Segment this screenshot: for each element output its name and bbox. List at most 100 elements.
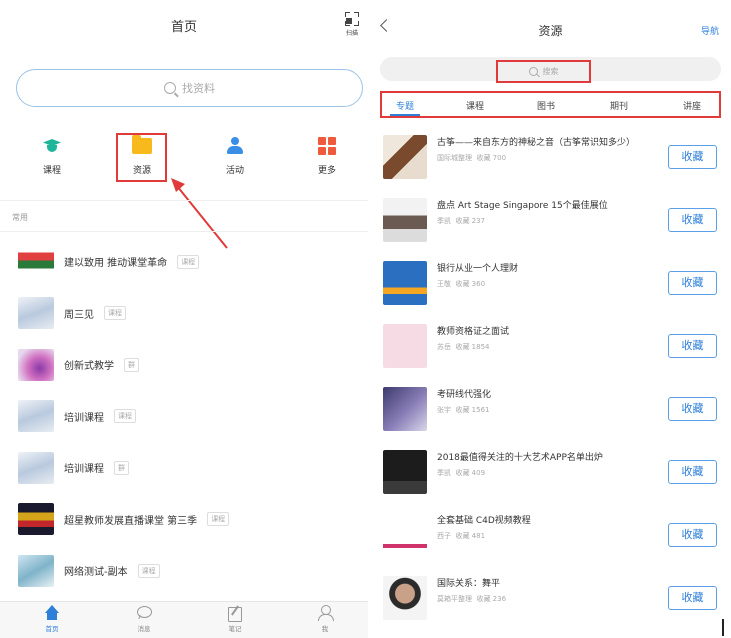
list-item-title: 超星教师发展直播课堂 第三季 bbox=[64, 515, 198, 527]
grid-item-course[interactable]: 课程 bbox=[22, 132, 82, 176]
note-icon bbox=[227, 605, 243, 622]
bottom-tab-bar: 首页 消息 笔记 我 bbox=[0, 601, 368, 638]
grid-item-label: 课程 bbox=[42, 166, 61, 176]
list-item[interactable]: 盘点 Art Stage Singapore 15个最佳展位 季凯 收藏 237… bbox=[370, 194, 731, 257]
favorite-button[interactable]: 收藏 bbox=[668, 460, 717, 484]
item-favorites: 收藏 237 bbox=[455, 217, 486, 225]
item-title: 2018最值得关注的十大艺术APP名单出炉 bbox=[437, 453, 603, 463]
list-item[interactable]: 2018最值得关注的十大艺术APP名单出炉 季凯 收藏 409 收藏 bbox=[370, 446, 731, 509]
list-item[interactable]: 周三见 课程 bbox=[0, 288, 368, 340]
item-favorites: 收藏 1854 bbox=[455, 343, 490, 351]
tab-home[interactable]: 首页 bbox=[32, 605, 72, 633]
page-title: 首页 bbox=[170, 20, 197, 35]
tab-topics[interactable]: 专题 bbox=[380, 99, 430, 112]
search-input[interactable]: 找资料 bbox=[16, 69, 363, 107]
item-title: 考研线代强化 bbox=[437, 390, 492, 400]
grid-item-label: 更多 bbox=[317, 166, 336, 176]
item-title: 全套基础 C4D视频教程 bbox=[437, 516, 531, 526]
item-title: 银行从业一个人理财 bbox=[437, 264, 519, 274]
type-tag: 课程 bbox=[207, 512, 230, 527]
resources-highlight-box bbox=[116, 133, 167, 182]
item-title: 国际关系：舞平 bbox=[437, 579, 501, 589]
item-author: 西子 bbox=[437, 532, 451, 540]
favorite-button[interactable]: 收藏 bbox=[668, 334, 717, 358]
item-author: 季凯 bbox=[437, 217, 451, 225]
navigation-link[interactable]: 导航 bbox=[701, 24, 719, 37]
search-highlight-box[interactable]: 搜索 bbox=[496, 60, 591, 83]
item-title: 古筝——来自东方的神秘之音（古筝常识知多少） bbox=[437, 138, 636, 148]
list-item[interactable]: 培训课程 群 bbox=[0, 442, 368, 494]
type-tag: 课程 bbox=[177, 254, 200, 269]
list-item[interactable]: 创新式教学 群 bbox=[0, 339, 368, 391]
item-favorites: 收藏 236 bbox=[476, 595, 507, 603]
list-item[interactable]: 培训课程 课程 bbox=[0, 391, 368, 443]
person-icon bbox=[224, 137, 246, 155]
thumbnail bbox=[383, 513, 427, 557]
type-tag: 群 bbox=[124, 357, 139, 372]
list-item[interactable]: 国际关系：舞平 莫箱平整理 收藏 236 收藏 bbox=[370, 572, 731, 635]
list-item-title: 创新式教学 bbox=[64, 361, 114, 373]
favorite-button[interactable]: 收藏 bbox=[668, 586, 717, 610]
favorite-button[interactable]: 收藏 bbox=[668, 145, 717, 169]
thumbnail bbox=[18, 451, 54, 484]
scan-label: 扫描 bbox=[345, 30, 358, 37]
tab-lectures[interactable]: 讲座 bbox=[667, 99, 717, 112]
item-author: 季凯 bbox=[437, 469, 451, 477]
favorite-button[interactable]: 收藏 bbox=[668, 208, 717, 232]
scan-button[interactable]: 扫描 bbox=[342, 12, 362, 38]
tab-messages[interactable]: 消息 bbox=[124, 605, 164, 633]
tab-books[interactable]: 图书 bbox=[521, 99, 571, 112]
thumbnail bbox=[18, 245, 54, 278]
item-title: 盘点 Art Stage Singapore 15个最佳展位 bbox=[437, 201, 608, 211]
tab-me[interactable]: 我 bbox=[305, 605, 345, 633]
search-placeholder: 搜索 bbox=[542, 67, 559, 76]
tab-notes[interactable]: 笔记 bbox=[215, 605, 255, 633]
list-item-title: 培训课程 bbox=[64, 464, 104, 476]
message-icon bbox=[136, 605, 152, 621]
category-tabs: 专题 课程 图书 期刊 讲座 bbox=[380, 91, 721, 118]
home-screen: 首页 扫描 找资料 课程 资源 活动 更多 常用 建以致用 推动课堂革命 课程 … bbox=[0, 0, 368, 638]
thumbnail bbox=[383, 324, 427, 368]
grid-item-more[interactable]: 更多 bbox=[297, 132, 357, 176]
list-item[interactable]: 古筝——来自东方的神秘之音（古筝常识知多少） 国际城整理 收藏 700 收藏 bbox=[370, 131, 731, 194]
section-label: 常用 bbox=[12, 213, 28, 222]
page-title: 资源 bbox=[538, 24, 563, 38]
list-item[interactable]: 银行从业一个人理财 王敬 收藏 360 收藏 bbox=[370, 257, 731, 320]
search-placeholder: 找资料 bbox=[182, 82, 215, 95]
type-tag: 课程 bbox=[104, 306, 126, 321]
grid-item-activity[interactable]: 活动 bbox=[205, 132, 265, 176]
type-tag: 课程 bbox=[137, 563, 160, 578]
favorite-button[interactable]: 收藏 bbox=[668, 271, 717, 295]
list-item[interactable]: 建以致用 推动课堂革命 课程 bbox=[0, 236, 368, 288]
list-item[interactable]: 考研线代强化 张宇 收藏 1561 收藏 bbox=[370, 383, 731, 446]
active-tab-indicator bbox=[390, 114, 420, 116]
list-item[interactable]: 网络测试-副本 课程 bbox=[0, 545, 368, 597]
favorite-button[interactable]: 收藏 bbox=[668, 523, 717, 547]
list-item[interactable]: 教师资格证之面试 苏岳 收藏 1854 收藏 bbox=[370, 320, 731, 383]
item-author: 王敬 bbox=[437, 280, 451, 288]
tab-journals[interactable]: 期刊 bbox=[594, 99, 644, 112]
tab-label: 我 bbox=[321, 625, 329, 633]
thumbnail bbox=[18, 297, 54, 330]
list-item-title: 培训课程 bbox=[64, 412, 104, 424]
thumbnail bbox=[383, 576, 427, 620]
list-item-title: 周三见 bbox=[64, 309, 94, 321]
list-item[interactable]: 全套基础 C4D视频教程 西子 收藏 481 收藏 bbox=[370, 509, 731, 572]
thumbnail bbox=[383, 135, 427, 179]
thumbnail bbox=[383, 261, 427, 305]
item-favorites: 收藏 481 bbox=[455, 532, 486, 540]
thumbnail bbox=[18, 554, 54, 587]
tab-label: 首页 bbox=[45, 625, 59, 633]
favorite-button[interactable]: 收藏 bbox=[668, 397, 717, 421]
resources-header: 资源 导航 bbox=[370, 0, 731, 50]
list-item[interactable]: 超星教师发展直播课堂 第三季 课程 bbox=[0, 494, 368, 546]
tab-label: 笔记 bbox=[228, 625, 242, 633]
thumbnail bbox=[383, 387, 427, 431]
text-cursor bbox=[722, 619, 724, 636]
user-icon bbox=[317, 605, 334, 621]
item-favorites: 收藏 360 bbox=[455, 280, 486, 288]
tab-courses[interactable]: 课程 bbox=[450, 99, 500, 112]
item-title: 教师资格证之面试 bbox=[437, 327, 510, 337]
type-tag: 群 bbox=[114, 460, 129, 475]
type-tag: 课程 bbox=[114, 409, 136, 424]
